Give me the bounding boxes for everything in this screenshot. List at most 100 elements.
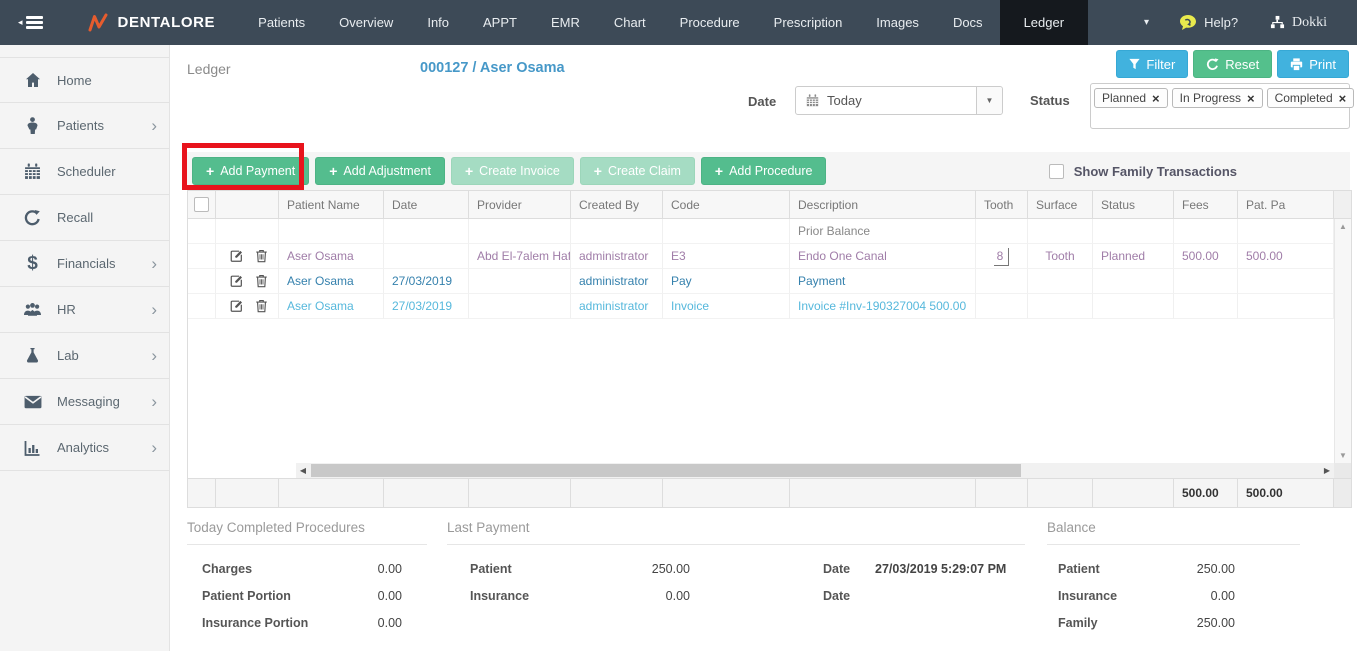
scrollbar-thumb[interactable]: [311, 464, 1021, 477]
cell-patient: [279, 219, 384, 244]
summary-row: Patient Portion 0.00: [202, 588, 402, 603]
tooth-number: 8: [993, 248, 1010, 266]
dentalore-logo-icon: [87, 12, 109, 34]
scroll-left-icon[interactable]: ◀: [296, 466, 310, 475]
print-button-label: Print: [1309, 56, 1336, 72]
vertical-scrollbar[interactable]: ▲ ▼: [1334, 219, 1351, 463]
nav-item-images[interactable]: Images: [859, 0, 936, 45]
sidebar-item-messaging[interactable]: Messaging ›: [0, 379, 169, 425]
nav-item-appt[interactable]: APPT: [466, 0, 534, 45]
reset-button[interactable]: Reset: [1193, 50, 1273, 78]
horizontal-scrollbar[interactable]: ◀ ▶: [296, 463, 1334, 478]
delete-icon[interactable]: [255, 249, 268, 263]
col-patient-name: Patient Name: [279, 191, 384, 219]
remove-tag-icon[interactable]: ×: [1247, 92, 1255, 105]
nav-item-emr[interactable]: EMR: [534, 0, 597, 45]
reset-button-label: Reset: [1225, 56, 1260, 72]
section-title: Last Payment: [447, 520, 1025, 545]
cell-code: Invoice: [663, 294, 790, 319]
add-payment-label: Add Payment: [220, 164, 296, 178]
table-totals-row: 500.00 500.00: [188, 478, 1351, 507]
patient-link[interactable]: 000127 / Aser Osama: [420, 60, 565, 76]
nav-item-patients[interactable]: Patients: [241, 0, 322, 45]
scroll-down-icon[interactable]: ▼: [1339, 451, 1347, 460]
plus-icon: +: [464, 163, 474, 179]
add-adjustment-button[interactable]: + Add Adjustment: [315, 157, 445, 185]
table-row-payment[interactable]: Aser Osama 27/03/2019 administrator Pay …: [188, 269, 1351, 294]
summary-row: Family 250.00: [1058, 615, 1235, 630]
plus-icon: +: [714, 163, 724, 179]
delete-icon[interactable]: [255, 274, 268, 288]
dollar-icon: $: [27, 252, 38, 274]
sidebar-item-analytics[interactable]: Analytics ›: [0, 425, 169, 471]
table-row-prior-balance[interactable]: Prior Balance: [188, 219, 1351, 244]
help-button[interactable]: Help?: [1163, 14, 1254, 31]
print-button[interactable]: Print: [1277, 50, 1349, 78]
sidebar-collapse-button[interactable]: ◂: [18, 0, 43, 45]
date-range-select[interactable]: Today ▼: [795, 86, 1003, 115]
nav-item-prescription[interactable]: Prescription: [757, 0, 860, 45]
sidebar-item-label: Scheduler: [57, 164, 116, 179]
edit-icon[interactable]: [229, 249, 244, 263]
show-family-transactions: Show Family Transactions: [1048, 163, 1237, 179]
summary-row: Insurance 0.00: [1058, 588, 1235, 603]
cell-created-by: administrator: [571, 294, 663, 319]
summary-row: Patient 250.00 Date 27/03/2019 5:29:07 P…: [470, 562, 1007, 576]
select-all-checkbox[interactable]: [194, 197, 209, 212]
scroll-up-icon[interactable]: ▲: [1339, 222, 1347, 231]
show-family-label: Show Family Transactions: [1073, 163, 1237, 179]
bar-chart-icon: [19, 440, 46, 456]
nav-item-docs[interactable]: Docs: [936, 0, 1000, 45]
cell-description: Prior Balance: [790, 219, 976, 244]
sidebar-item-scheduler[interactable]: Scheduler: [0, 149, 169, 195]
table-row-invoice[interactable]: Aser Osama 27/03/2019 administrator Invo…: [188, 294, 1351, 319]
sidebar-item-hr[interactable]: HR ›: [0, 287, 169, 333]
user-menu[interactable]: System Administrator ▾: [1343, 8, 1357, 38]
clinic-selector[interactable]: Dokki: [1254, 15, 1343, 31]
table-row-procedure[interactable]: Aser Osama Abd El-7alem Hafez administra…: [188, 244, 1351, 269]
today-completed-section: Today Completed Procedures Charges 0.00 …: [187, 520, 427, 630]
cell-date: [384, 244, 469, 269]
filter-button[interactable]: Filter: [1116, 50, 1189, 78]
nav-item-procedure[interactable]: Procedure: [663, 0, 757, 45]
sidebar-item-financials[interactable]: $ Financials ›: [0, 241, 169, 287]
cell-provider: [469, 294, 571, 319]
scroll-right-icon[interactable]: ▶: [1320, 466, 1334, 475]
recall-icon: [19, 209, 46, 226]
cell-fees: 500.00: [1174, 244, 1238, 269]
sidebar-item-label: Recall: [57, 210, 94, 225]
col-pat-pay: Pat. Pa: [1238, 191, 1334, 219]
nav-item-overview[interactable]: Overview: [322, 0, 410, 45]
edit-icon[interactable]: [229, 299, 244, 313]
nav-item-ledger[interactable]: Ledger: [999, 0, 1089, 45]
edit-icon[interactable]: [229, 274, 244, 288]
summary-footer: Today Completed Procedures Charges 0.00 …: [187, 520, 1350, 650]
horizontal-scrollbar-row: ◀ ▶: [188, 463, 1351, 478]
cell-created-by: [571, 219, 663, 244]
status-multiselect[interactable]: Planned × In Progress × Completed ×: [1090, 83, 1355, 129]
create-claim-button[interactable]: + Create Claim: [579, 157, 695, 185]
sidebar-item-patients[interactable]: Patients ›: [0, 103, 169, 149]
show-family-checkbox[interactable]: [1048, 163, 1064, 179]
sidebar-item-lab[interactable]: Lab ›: [0, 333, 169, 379]
nav-item-chart[interactable]: Chart: [597, 0, 663, 45]
remove-tag-icon[interactable]: ×: [1152, 92, 1160, 105]
sidebar-item-recall[interactable]: Recall: [0, 195, 169, 241]
nav-overflow-dropdown[interactable]: ▾: [1130, 0, 1163, 45]
create-invoice-button[interactable]: + Create Invoice: [450, 157, 574, 185]
help-bubble-icon: [1179, 14, 1197, 31]
sidebar-item-home[interactable]: Home: [0, 57, 169, 103]
chevron-right-icon: ›: [151, 438, 157, 457]
remove-tag-icon[interactable]: ×: [1339, 92, 1347, 105]
ledger-actions: Filter Reset Print: [1116, 50, 1349, 78]
cell-description: Invoice #Inv-190327004 500.00: [790, 294, 976, 319]
total-pat-pay: 500.00: [1238, 479, 1334, 507]
scrollbar-corner: [1334, 463, 1351, 478]
add-procedure-button[interactable]: + Add Procedure: [700, 157, 827, 185]
cell-description: Payment: [790, 269, 976, 294]
brand-logo[interactable]: DENTALORE: [87, 0, 216, 45]
nav-item-info[interactable]: Info: [410, 0, 466, 45]
delete-icon[interactable]: [255, 299, 268, 313]
add-payment-button[interactable]: + Add Payment: [192, 157, 310, 185]
hamburger-icon: [25, 14, 43, 32]
